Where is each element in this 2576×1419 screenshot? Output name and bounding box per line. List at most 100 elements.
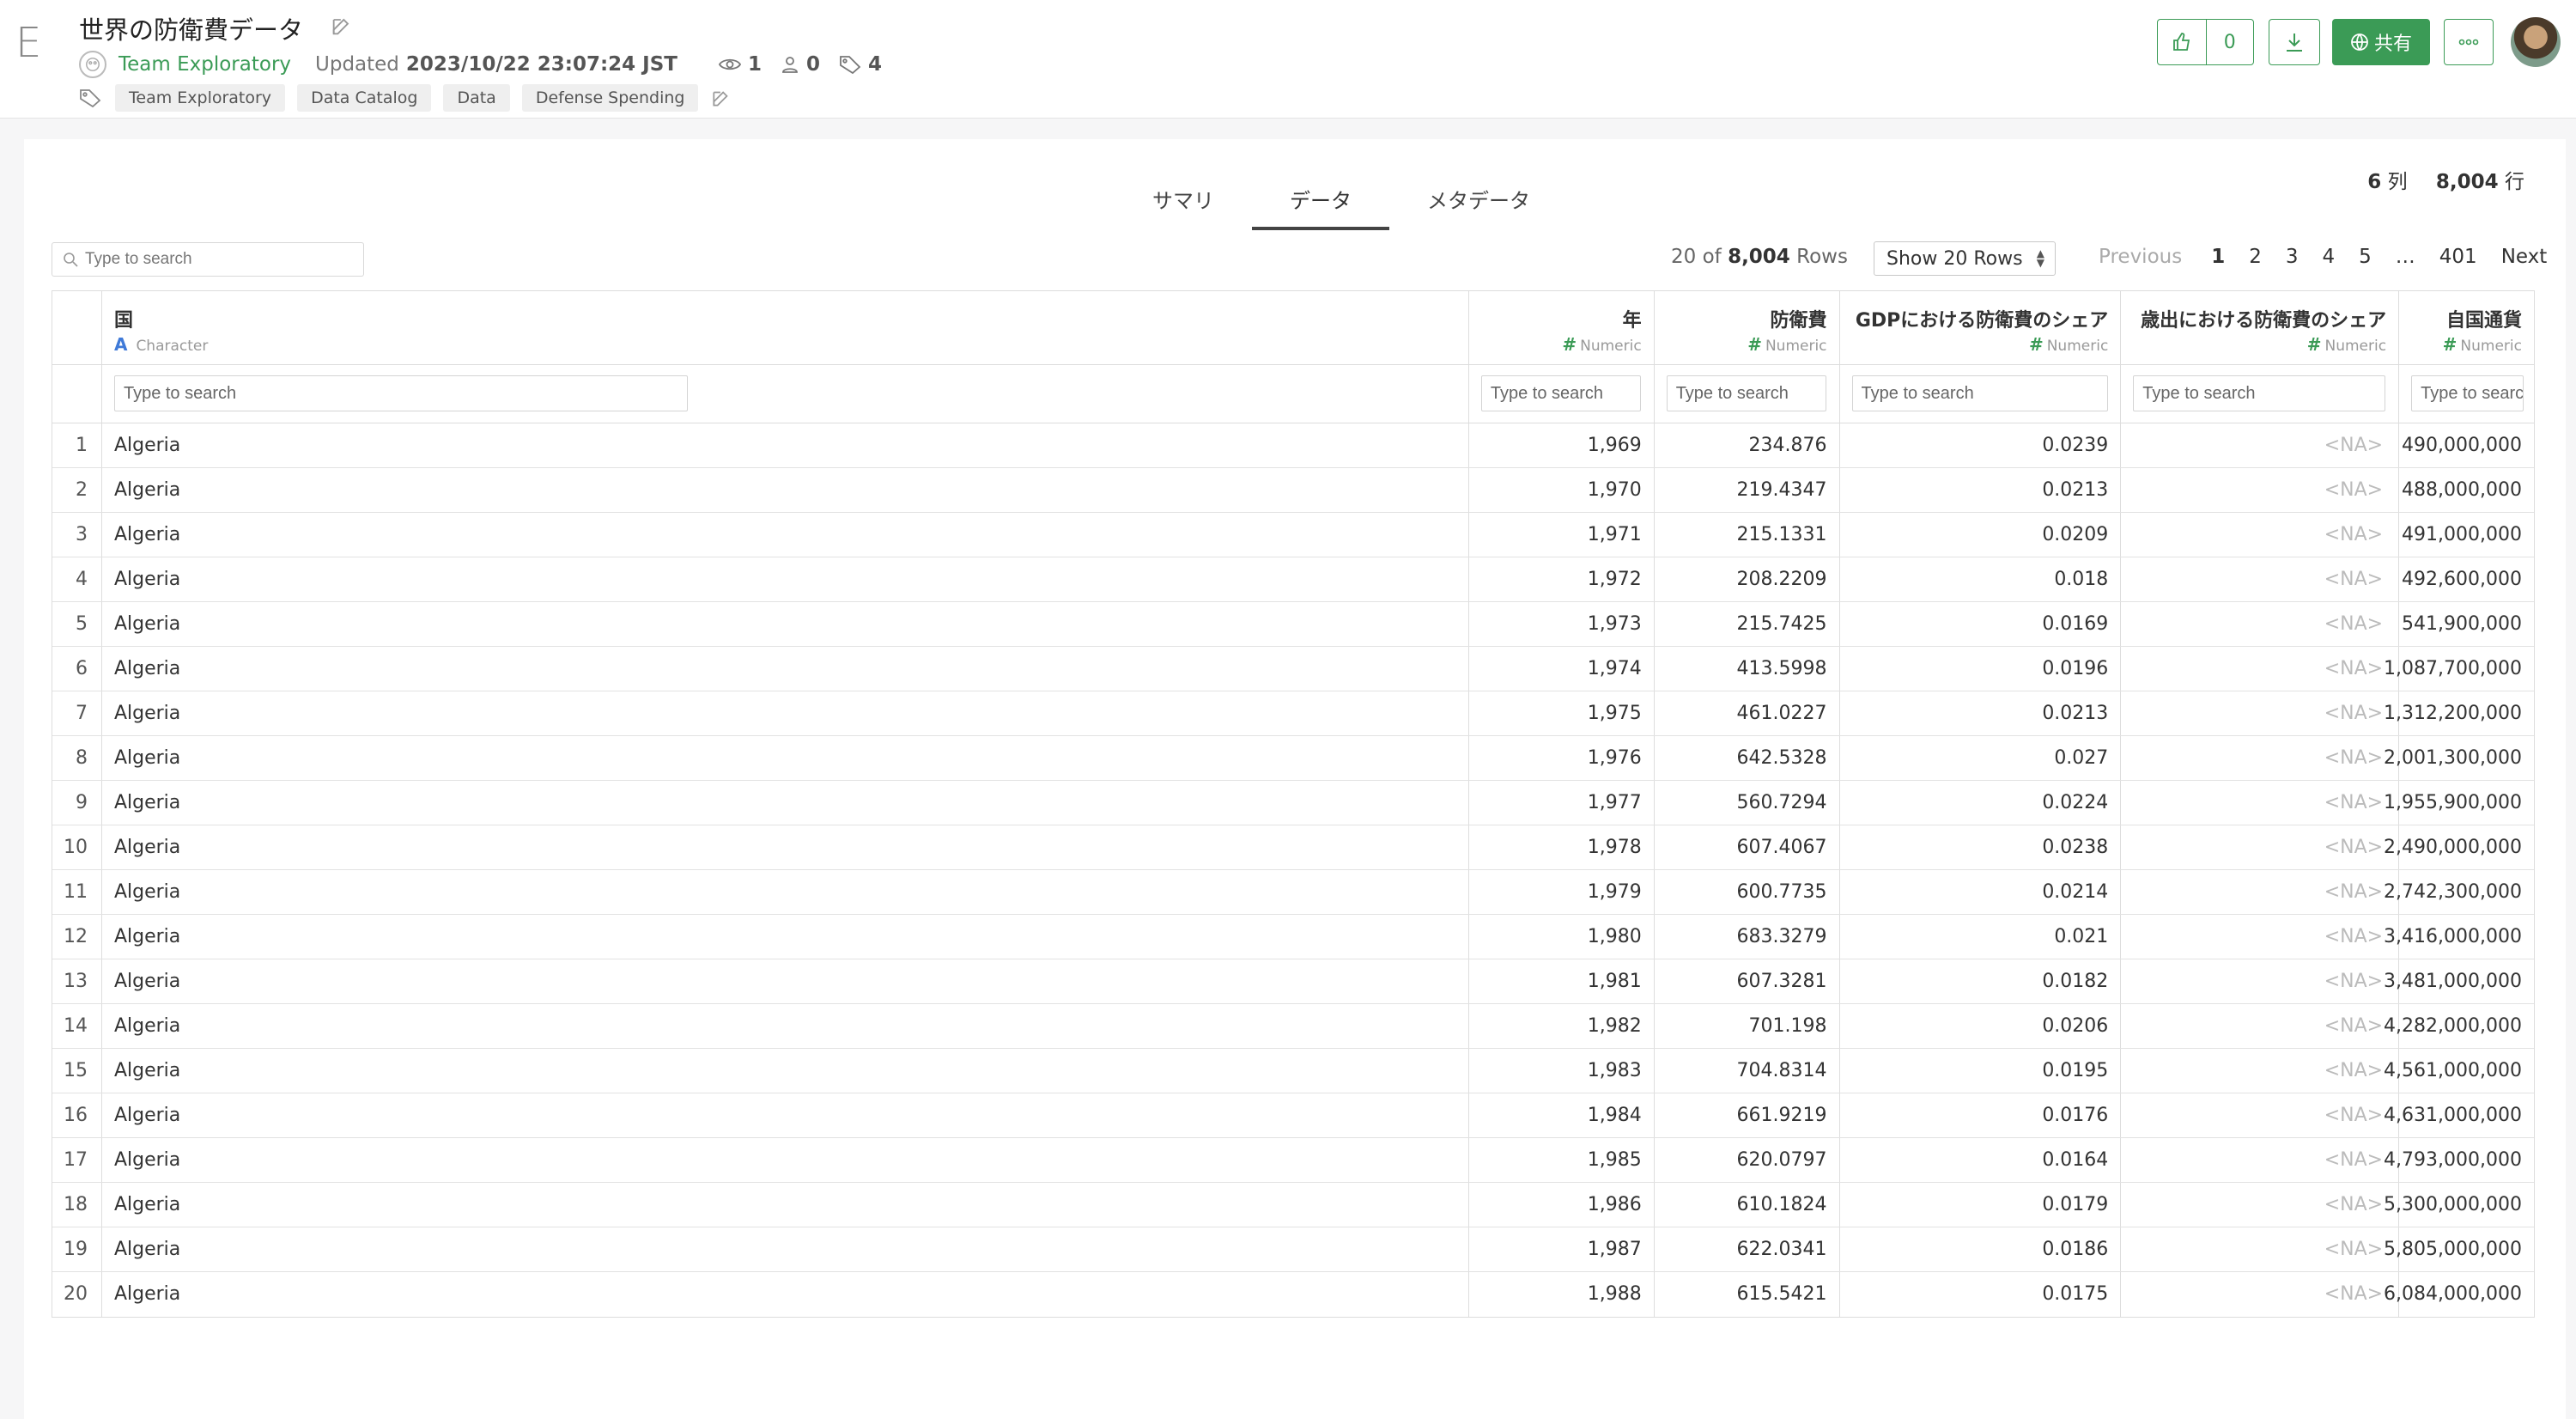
table-row[interactable]: 14 Algeria 1,982 701.198 0.0206 <NA> 4,282,000… [52,1004,2534,1049]
cell-year: 1,971 [1587,524,1642,545]
column-filter-input[interactable] [2133,375,2386,411]
row-index: 3 [75,524,88,545]
table-row[interactable]: 3 Algeria 1,971 215.1331 0.0209 <NA> 491,000,0… [52,513,2534,557]
cell-spending-share: <NA> [2324,926,2384,947]
cell-defense-spending: 701.198 [1748,1015,1827,1037]
table-cell: 234.876 [1655,423,1840,467]
download-button[interactable] [2269,19,2320,65]
column-header[interactable]: GDPにおける防衛費のシェア # Numeric [1840,291,2122,364]
pager-page-1[interactable]: 1 [2211,246,2225,268]
app-logo[interactable]: E [15,19,41,67]
table-row[interactable]: 12 Algeria 1,980 683.3279 0.021 <NA> 3,416,000… [52,915,2534,959]
column-filter-input[interactable] [113,375,688,411]
global-search-input[interactable] [85,250,343,269]
user-avatar[interactable] [2511,17,2561,67]
cell-country: Algeria [113,569,181,590]
cell-gdp-share: 0.0224 [2042,792,2109,813]
column-type-label: Numeric [2460,338,2522,355]
table-cell: Algeria [102,557,1469,601]
more-options-button[interactable] [2444,19,2494,65]
column-header[interactable]: 歳出における防衛費のシェア # Numeric [2121,291,2400,364]
column-header[interactable]: 自国通貨 # Numeric [2399,291,2534,364]
like-button[interactable] [2158,20,2206,64]
cell-year: 1,983 [1587,1060,1642,1081]
table-row[interactable]: 16 Algeria 1,984 661.9219 0.0176 <NA> 4,631,00… [52,1093,2534,1138]
table-cell: 2,742,300,000 [2384,870,2534,914]
tab-data[interactable]: データ [1252,158,1389,230]
cell-country: Algeria [113,1239,181,1260]
row-index: 17 [63,1149,88,1171]
cell-defense-spending: 683.3279 [1736,926,1827,947]
pager-next[interactable]: Next [2501,246,2548,268]
table-row[interactable]: 4 Algeria 1,972 208.2209 0.018 <NA> 492,600,00… [52,557,2534,602]
cell-country: Algeria [113,703,181,724]
column-filter-input[interactable] [2411,375,2524,411]
table-row[interactable]: 6 Algeria 1,974 413.5998 0.0196 <NA> 1,087,700… [52,647,2534,691]
table-cell: 541,900,000 [2399,602,2534,646]
tag-chip[interactable]: Data [443,84,510,112]
cell-defense-spending: 704.8314 [1736,1060,1827,1081]
table-row[interactable]: 13 Algeria 1,981 607.3281 0.0182 <NA> 3,481,00… [52,959,2534,1004]
table-row[interactable]: 15 Algeria 1,983 704.8314 0.0195 <NA> 4,561,00… [52,1049,2534,1093]
table-cell: 0.0239 [1840,423,2122,467]
row-index: 15 [63,1060,88,1081]
table-cell: <NA> [2121,691,2400,735]
column-header[interactable]: 国 A Character [102,291,1469,364]
cell-spending-share: <NA> [2324,569,2384,590]
table-row[interactable]: 18 Algeria 1,986 610.1824 0.0179 <NA> 5,300,00… [52,1183,2534,1227]
pager-page-last[interactable]: 401 [2439,246,2477,268]
column-header[interactable]: 年 # Numeric [1469,291,1655,364]
table-cell: 1,970 [1469,468,1655,512]
table-cell: 15 [52,1049,102,1093]
table-row[interactable]: 7 Algeria 1,975 461.0227 0.0213 <NA> 1,312,200… [52,691,2534,736]
cell-gdp-share: 0.0213 [2042,703,2109,724]
table-row[interactable]: 5 Algeria 1,973 215.7425 0.0169 <NA> 541,900,0… [52,602,2534,647]
tags-icon [80,89,101,107]
pager-previous[interactable]: Previous [2099,246,2182,268]
table-row[interactable]: 11 Algeria 1,979 600.7735 0.0214 <NA> 2,742,30… [52,870,2534,915]
cell-year: 1,976 [1587,747,1642,769]
table-row[interactable]: 20 Algeria 1,988 615.5421 0.0175 <NA> 6,084,00… [52,1272,2534,1317]
cell-local-currency: 1,087,700,000 [2384,658,2522,679]
cell-year: 1,973 [1587,613,1642,635]
edit-tags-icon[interactable] [710,87,732,109]
team-link[interactable]: Team Exploratory [118,53,291,76]
pager-ellipsis: … [2395,246,2415,268]
pager-page-3[interactable]: 3 [2286,246,2299,268]
column-filter-input[interactable] [1480,375,1641,411]
column-filter-input[interactable] [1851,375,2108,411]
select-caret-icon: ▲ ▼ [2036,247,2044,269]
table-cell: 1,975 [1469,691,1655,735]
table-row[interactable]: 9 Algeria 1,977 560.7294 0.0224 <NA> 1,955,900… [52,781,2534,825]
table-row[interactable]: 19 Algeria 1,987 622.0341 0.0186 <NA> 5,805,00… [52,1227,2534,1272]
data-panel: サマリ データ メタデータ 6 列 8,004 行 20 of 8,004 Ro… [24,139,2566,1419]
pager-page-4[interactable]: 4 [2323,246,2336,268]
table-row[interactable]: 8 Algeria 1,976 642.5328 0.027 <NA> 2,001,300,… [52,736,2534,781]
edit-title-icon[interactable] [330,14,354,38]
table-row[interactable]: 10 Algeria 1,978 607.4067 0.0238 <NA> 2,490,00… [52,825,2534,870]
row-index: 1 [75,435,88,456]
tab-summary[interactable]: サマリ [1115,158,1252,230]
cell-defense-spending: 607.3281 [1736,971,1827,992]
tag-chip[interactable]: Data Catalog [297,84,432,112]
column-header[interactable]: 防衛費 # Numeric [1655,291,1840,364]
cell-year: 1,985 [1587,1149,1642,1171]
tab-metadata[interactable]: メタデータ [1389,158,1568,230]
tag-chip[interactable]: Defense Spending [521,84,699,112]
table-row[interactable]: 2 Algeria 1,970 219.4347 0.0213 <NA> 488,000,0… [52,468,2534,513]
table-cell: 0.0214 [1840,870,2122,914]
table-cell: 0.0176 [1840,1093,2122,1137]
share-button[interactable]: 共有 [2332,19,2430,65]
column-filter-input[interactable] [1666,375,1826,411]
table-cell: 0.0186 [1840,1227,2122,1271]
cell-gdp-share: 0.0176 [2042,1105,2109,1126]
pagination: Previous 1 2 3 4 5 … 401 Next [2099,246,2547,268]
cell-gdp-share: 0.0209 [2042,524,2109,545]
rows-per-page-select[interactable]: Show 20 Rows ▲ ▼ [1874,241,2056,276]
pager-page-2[interactable]: 2 [2249,246,2262,268]
cell-defense-spending: 215.7425 [1736,613,1827,635]
tag-chip[interactable]: Team Exploratory [115,84,286,112]
table-row[interactable]: 17 Algeria 1,985 620.0797 0.0164 <NA> 4,793,00… [52,1138,2534,1183]
pager-page-5[interactable]: 5 [2359,246,2372,268]
table-row[interactable]: 1 Algeria 1,969 234.876 0.0239 <NA> 490,000,00… [52,423,2534,468]
